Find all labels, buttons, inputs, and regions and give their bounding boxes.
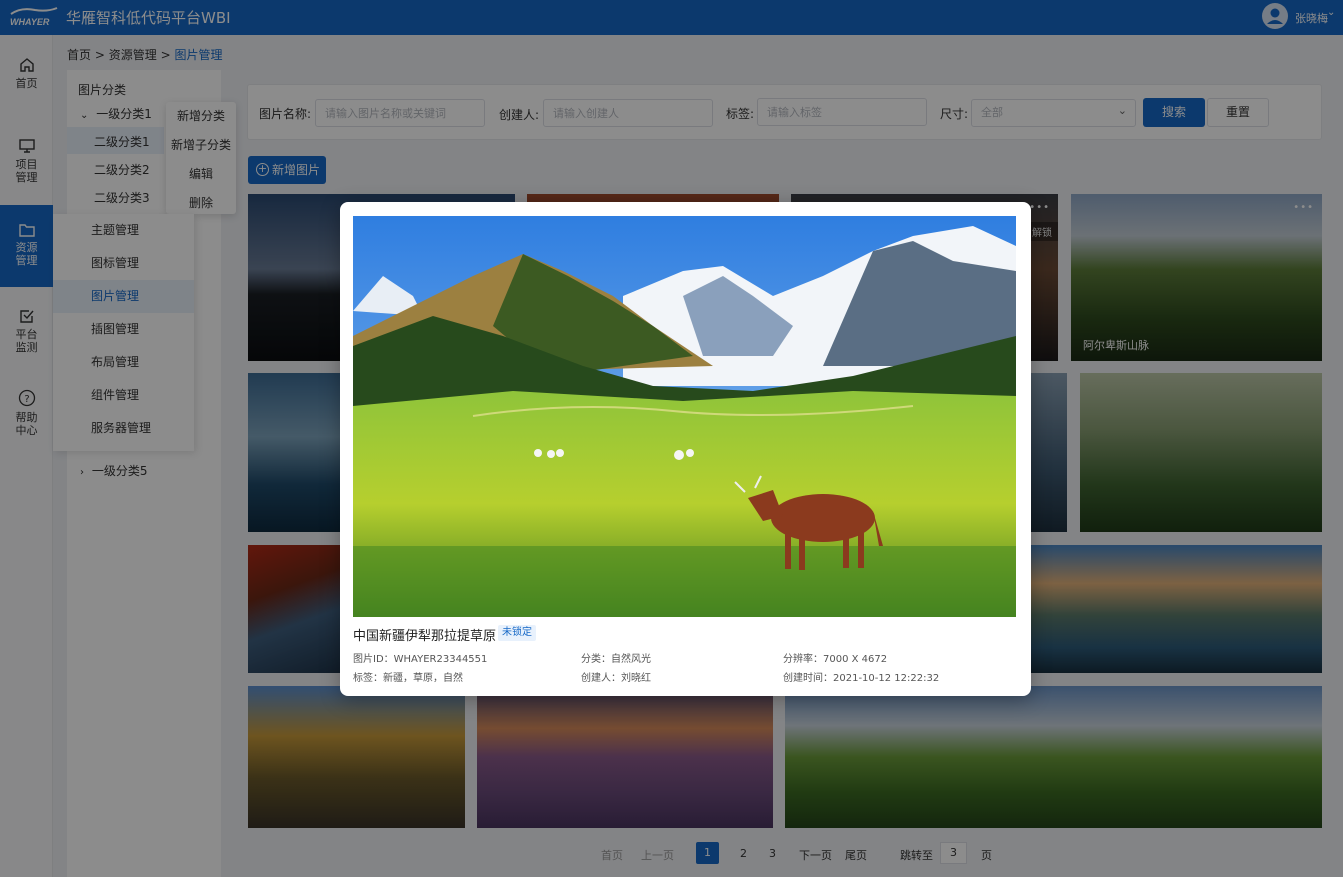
modal-title: 中国新疆伊犁那拉提草原: [353, 629, 497, 644]
image-category: 分类：自然风光: [581, 654, 651, 665]
image-resolution: 分辨率：7000 X 4672: [783, 654, 888, 665]
image-tags: 标签：新疆，草原，自然: [353, 673, 463, 684]
preview-image-drawing: [353, 216, 1016, 617]
image-created-time: 创建时间：2021-10-12 12:22:32: [783, 673, 940, 684]
image-creator: 创建人：刘晓红: [581, 673, 651, 684]
image-id: 图片ID：WHAYER23344551: [353, 654, 488, 665]
preview-image: [353, 216, 1016, 617]
image-preview-modal: 中国新疆伊犁那拉提草原 未锁定 图片ID：WHAYER23344551 分类：自…: [340, 202, 1031, 696]
lock-status-badge: 未锁定: [498, 625, 536, 641]
